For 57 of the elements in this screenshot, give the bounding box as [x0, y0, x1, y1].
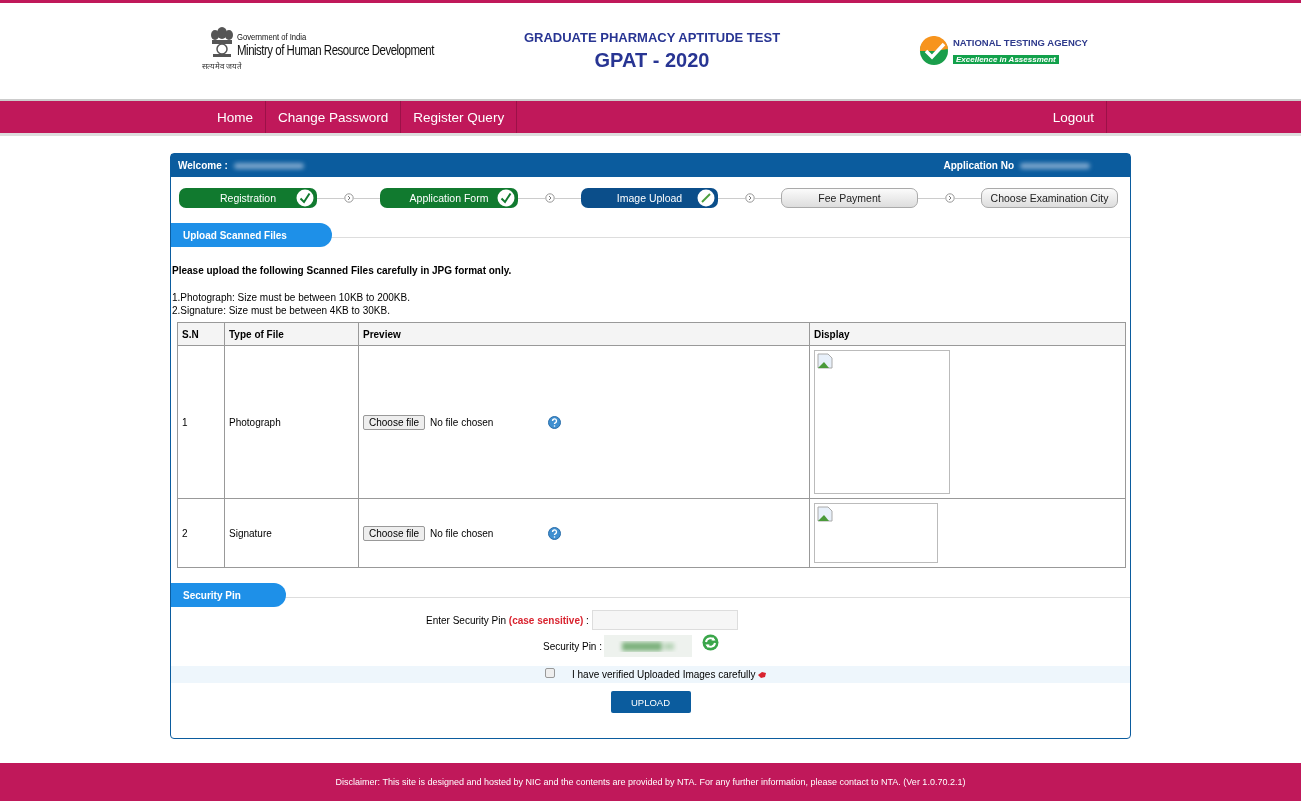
step-tab[interactable]: Fee Payment — [781, 188, 918, 208]
nav-link[interactable]: Home — [205, 101, 266, 133]
pencil-icon — [697, 189, 715, 207]
check-icon — [497, 189, 515, 207]
instruction-text: Please upload the following Scanned Files carefully in JPG format only. — [172, 265, 513, 276]
table-cell: 2 — [177, 498, 225, 568]
column-header: S.N — [177, 322, 225, 346]
table-cell: Photograph — [224, 345, 359, 499]
note-text: 1.Photograph: Size must be between 10KB to 200KB. — [172, 291, 411, 304]
ministry-subtitle: Government of India — [237, 31, 308, 42]
help-icon — [548, 415, 562, 429]
file-status-text: No file chosen — [430, 416, 495, 428]
refresh-icon — [702, 633, 719, 651]
broken-image-icon — [817, 506, 833, 522]
chevron-icon — [544, 193, 555, 203]
column-header: Type of File — [224, 322, 359, 346]
choose-file-button[interactable]: Choose file — [363, 414, 426, 430]
checkbox[interactable] — [545, 667, 555, 678]
blurred-text — [1020, 162, 1090, 169]
blurred-text — [233, 162, 304, 169]
broken-image-icon — [817, 353, 833, 369]
choose-file-button[interactable]: Choose file — [363, 525, 426, 541]
chevron-icon — [744, 193, 755, 203]
column-header: Display — [809, 322, 1126, 346]
step-tab[interactable]: Choose Examination City — [981, 188, 1118, 208]
chevron-icon — [343, 193, 354, 203]
step-tab[interactable]: Application Form — [380, 188, 518, 208]
verify-label: I have verified Uploaded Images carefully — [572, 669, 756, 680]
agency-name: NATIONAL TESTING AGENCY — [953, 36, 1088, 48]
checkmark-logo-icon — [919, 36, 949, 66]
file-status-text: No file chosen — [430, 527, 495, 539]
required-icon — [758, 671, 767, 678]
pin-label: Enter Security Pin (case sensitive) : — [426, 614, 589, 626]
pin-input-field[interactable] — [591, 610, 738, 630]
captcha-label: Security Pin : — [542, 640, 602, 652]
exam-subtitle: GRADUATE PHARMACY APTITUDE TEST — [522, 30, 782, 45]
nav-link[interactable]: Change Password — [266, 101, 402, 133]
note-text: 2.Signature: Size must be between 4KB to 30KB. — [172, 304, 391, 317]
step-tab[interactable]: Image Upload — [581, 188, 718, 208]
logout-link[interactable]: Logout — [1040, 101, 1107, 133]
check-icon — [296, 189, 314, 207]
chevron-icon — [944, 193, 955, 203]
emblem-icon — [209, 25, 235, 60]
table-cell: 1 — [177, 345, 225, 499]
help-icon — [548, 526, 562, 540]
table-cell: Signature — [224, 498, 359, 568]
step-tab[interactable]: Registration — [179, 188, 317, 208]
agency-tagline: Excellence in Assessment — [953, 54, 1059, 64]
welcome-label: Welcome : — [178, 160, 228, 171]
exam-title: GPAT - 2020 — [593, 49, 711, 72]
nav-link[interactable]: Register Query — [401, 101, 518, 133]
upload-button[interactable]: UPLOAD — [610, 691, 691, 713]
column-header: Preview — [358, 322, 810, 346]
motto-text: सत्यमेव जयते — [201, 60, 243, 71]
footer-text: Disclaimer: This site is designed and hosted by NIC and the contents are provided by NTA. For any further information, please contact to NTA. (Ver 1.0.70.2.1) — [0, 763, 1301, 801]
ministry-name: Ministry of Human Resource Development — [237, 41, 434, 58]
application-number-label: Application No — [943, 160, 1014, 171]
